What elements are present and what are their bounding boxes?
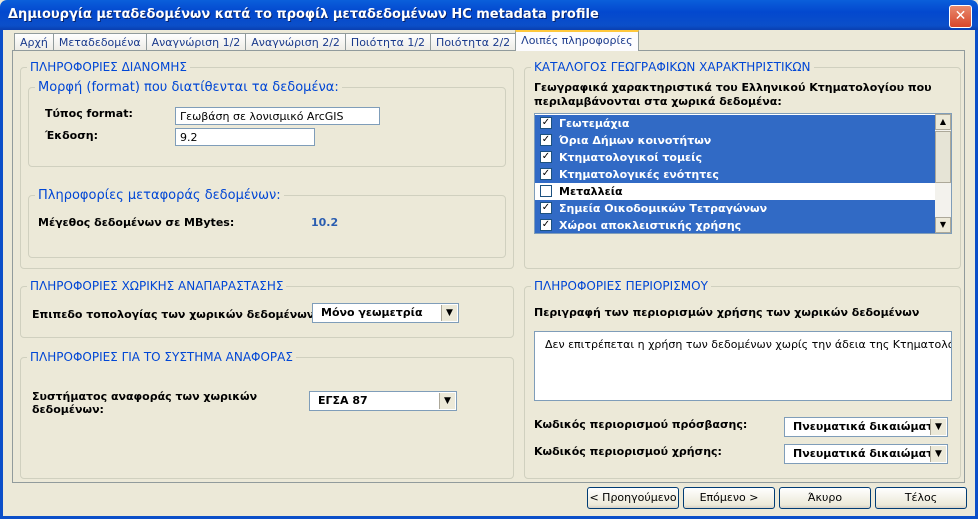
- spatial-title: ΠΛΗΡΟΦΟΡΙΕΣ ΧΩΡΙΚΗΣ ΑΝΑΠΑΡΑΣΤΑΣΗΣ: [30, 279, 284, 293]
- catalog-description-line1: Γεωγραφικά χαρακτηριστικά του Ελληνικού …: [534, 81, 932, 94]
- restrictions-title: ΠΛΗΡΟΦΟΡΙΕΣ ΠΕΡΙΟΡΙΣΜΟΥ: [534, 279, 708, 293]
- version-input[interactable]: 9.2: [175, 128, 315, 146]
- chevron-down-icon[interactable]: ▼: [930, 446, 946, 462]
- tab-metadata[interactable]: Μεταδεδομένα: [52, 33, 147, 51]
- features-listbox[interactable]: ✓ Γεωτεμάχια ✓ Όρια Δήμων κοινοτήτων ✓ Κτημ…: [534, 113, 952, 234]
- format-group-title: Μορφή (format) που διατίθενται τα δεδομέ…: [38, 80, 339, 95]
- access-restriction-select[interactable]: Πνευματικά δικαιώματα ▼: [784, 417, 948, 437]
- transfer-group-title: Πληροφορίες μεταφοράς δεδομένων:: [38, 188, 281, 203]
- catalog-title: ΚΑΤΑΛΟΓΟΣ ΓΕΩΓΡΑΦΙΚΩΝ ΧΑΡΑΚΤΗΡΙΣΤΙΚΩΝ: [534, 60, 811, 74]
- tab-identification-1[interactable]: Αναγνώριση 1/2: [145, 33, 247, 51]
- tab-identification-2[interactable]: Αναγνώριση 2/2: [245, 33, 346, 51]
- list-item[interactable]: ✓ Κτηματολογικοί τομείς: [535, 149, 937, 166]
- checkbox[interactable]: [540, 185, 552, 197]
- list-item[interactable]: ✓ Κτηματολογικές ενότητες: [535, 166, 937, 183]
- list-item[interactable]: ✓ Σημεία Οικοδομικών Τετραγώνων: [535, 200, 937, 217]
- size-label: Μέγεθος δεδομένων σε MBytes:: [38, 216, 235, 229]
- scroll-thumb[interactable]: [935, 131, 951, 183]
- tab-quality-1[interactable]: Ποιότητα 1/2: [344, 33, 432, 51]
- checkbox[interactable]: ✓: [540, 134, 552, 146]
- tab-strip: Αρχή Μεταδεδομένα Αναγνώριση 1/2 Αναγνώρ…: [14, 30, 639, 51]
- list-item[interactable]: ✓ Όρια Δήμων κοινοτήτων: [535, 132, 937, 149]
- tab-other-info[interactable]: Λοιπές πληροφορίες: [515, 30, 639, 51]
- topology-select[interactable]: Μόνο γεωμετρία ▼: [312, 303, 459, 323]
- restrictions-description-input[interactable]: Δεν επιτρέπεται η χρήση των δεδομένων χω…: [534, 331, 952, 401]
- scroll-up-icon[interactable]: ▲: [935, 114, 951, 130]
- restrictions-description-label: Περιγραφή των περιορισμών χρήσης των χωρ…: [534, 306, 920, 319]
- use-restriction-select[interactable]: Πνευματικά δικαιώματα ▼: [784, 444, 948, 464]
- tab-quality-2[interactable]: Ποιότητα 2/2: [430, 33, 517, 51]
- format-type-input[interactable]: Γεωβάση σε λονισμικό ArcGIS: [175, 107, 380, 125]
- checkbox[interactable]: ✓: [540, 117, 552, 129]
- list-item[interactable]: Μεταλλεία: [535, 183, 937, 200]
- chevron-down-icon[interactable]: ▼: [439, 393, 455, 409]
- size-value: 10.2: [311, 216, 339, 229]
- distribution-title: ΠΛΗΡΟΦΟΡΙΕΣ ΔΙΑΝΟΜΗΣ: [30, 60, 187, 74]
- reference-title: ΠΛΗΡΟΦΟΡΙΕΣ ΓΙΑ ΤΟ ΣΥΣΤΗΜΑ ΑΝΑΦΟΡΑΣ: [30, 350, 293, 364]
- reference-label-line2: δεδομένων:: [32, 403, 104, 416]
- checkbox[interactable]: ✓: [540, 168, 552, 180]
- checkbox[interactable]: ✓: [540, 219, 552, 231]
- previous-button[interactable]: < Προηγούμενο: [587, 487, 679, 509]
- cancel-button[interactable]: Άκυρο: [779, 487, 871, 509]
- use-restriction-label: Κωδικός περιορισμού χρήσης:: [534, 445, 722, 458]
- next-button[interactable]: Επόμενο >: [683, 487, 775, 509]
- scroll-down-icon[interactable]: ▼: [935, 217, 951, 233]
- chevron-down-icon[interactable]: ▼: [930, 419, 946, 435]
- reference-label-line1: Συστήματος αναφοράς των χωρικών: [32, 390, 258, 403]
- close-icon: ✕: [954, 8, 967, 24]
- checkbox[interactable]: ✓: [540, 151, 552, 163]
- reference-system-select[interactable]: ΕΓΣΑ 87 ▼: [309, 391, 457, 411]
- tab-start[interactable]: Αρχή: [14, 33, 54, 51]
- checkbox[interactable]: ✓: [540, 202, 552, 214]
- list-scrollbar[interactable]: ▲ ▼: [935, 114, 951, 233]
- topology-label: Επιπεδο τοπολογίας των χωρικών δεδομένων…: [32, 308, 319, 321]
- catalog-description-line2: περιλαμβάνονται στα χωρικά δεδομένα:: [534, 95, 782, 108]
- access-restriction-label: Κωδικός περιορισμού πρόσβασης:: [534, 418, 748, 431]
- version-label: Έκδοση:: [45, 129, 99, 142]
- close-button[interactable]: ✕: [949, 5, 972, 28]
- chevron-down-icon[interactable]: ▼: [441, 305, 457, 321]
- window-title: Δημιουργία μεταδεδομένων κατά το προφίλ …: [8, 7, 599, 22]
- format-type-label: Τύπος format:: [45, 107, 133, 120]
- finish-button[interactable]: Τέλος: [875, 487, 967, 509]
- list-item[interactable]: ✓ Χώροι αποκλειστικής χρήσης: [535, 217, 937, 233]
- list-item[interactable]: ✓ Γεωτεμάχια: [535, 115, 937, 132]
- title-bar: Δημιουργία μεταδεδομένων κατά το προφίλ …: [0, 0, 978, 30]
